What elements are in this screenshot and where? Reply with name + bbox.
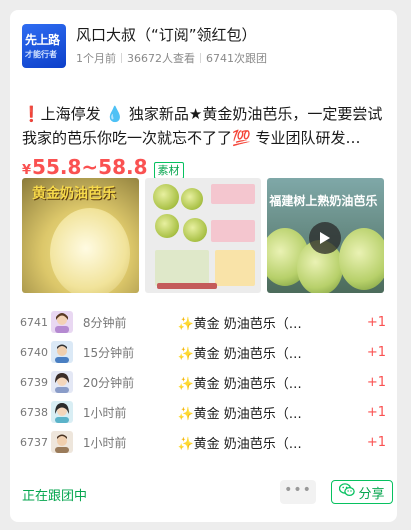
order-item: ✨黄金 奶油芭乐（… [177, 436, 302, 452]
order-number: 6741 [20, 315, 48, 329]
order-quantity: +1 [366, 404, 386, 420]
post-meta: 1个月前 36672人查看 6741次跟团 [76, 50, 267, 66]
group-buy-card[interactable]: 先上路 才能行者 风口大叔（“订阅”领红包） 1个月前 36672人查看 6741次… [10, 10, 397, 522]
order-time: 15分钟前 [82, 345, 135, 360]
material-tag[interactable]: 素材 [153, 162, 184, 179]
buyer-avatar [50, 341, 73, 363]
order-item: ✨黄金 奶油芭乐（… [177, 406, 302, 422]
avatar-subtext: 才能行者 [25, 50, 57, 59]
order-item: ✨黄金 奶油芭乐（… [177, 316, 302, 332]
order-list: 6741 8分钟前 ✨黄金 奶油芭乐（… +1 6740 15分钟前 ✨黄金 奶… [20, 307, 386, 457]
buyer-avatar [50, 431, 73, 453]
share-label: 分享 [358, 486, 385, 502]
buyer-avatar [50, 401, 73, 423]
order-quantity: +1 [366, 434, 386, 450]
view-count: 36672人查看 [127, 52, 195, 65]
image-gallery: 黄金奶油芭乐 福建树上熟奶油芭乐 [22, 178, 385, 293]
card-footer: 正在跟团中 ••• 分享 [22, 480, 393, 506]
order-number: 6738 [20, 405, 48, 419]
buyer-avatar [50, 371, 73, 393]
order-quantity: +1 [366, 314, 386, 330]
order-item: ✨黄金 奶油芭乐（… [177, 376, 302, 392]
more-button[interactable]: ••• [280, 480, 316, 504]
order-row[interactable]: 6737 1小时前 ✨黄金 奶油芭乐（… +1 [20, 427, 386, 457]
author-name[interactable]: 风口大叔（“订阅”领红包） [76, 25, 267, 45]
order-time: 8分钟前 [82, 315, 127, 330]
post-time: 1个月前 [76, 52, 116, 65]
buyer-avatar [50, 311, 73, 333]
order-time: 1小时前 [82, 435, 127, 450]
order-row[interactable]: 6738 1小时前 ✨黄金 奶油芭乐（… +1 [20, 397, 386, 427]
order-time: 1小时前 [82, 405, 127, 420]
order-row[interactable]: 6739 20分钟前 ✨黄金 奶油芭乐（… +1 [20, 367, 386, 397]
avatar-text: 先上路 [25, 33, 60, 47]
wechat-icon [339, 483, 356, 501]
post-header: 先上路 才能行者 风口大叔（“订阅”领红包） 1个月前 36672人查看 6741次… [22, 24, 267, 70]
gallery-image-1[interactable]: 黄金奶油芭乐 [22, 178, 139, 293]
join-count: 6741次跟团 [206, 52, 267, 65]
image-caption: 黄金奶油芭乐 [32, 186, 116, 202]
order-number: 6737 [20, 435, 48, 449]
follow-status: 正在跟团中 [22, 489, 88, 504]
order-quantity: +1 [366, 374, 386, 390]
order-row[interactable]: 6740 15分钟前 ✨黄金 奶油芭乐（… +1 [20, 337, 386, 367]
order-row[interactable]: 6741 8分钟前 ✨黄金 奶油芭乐（… +1 [20, 307, 386, 337]
price-row: ¥55.8~58.8 素材 [22, 155, 184, 179]
order-time: 20分钟前 [82, 375, 135, 390]
author-avatar[interactable]: 先上路 才能行者 [22, 24, 66, 68]
order-item: ✨黄金 奶油芭乐（… [177, 346, 302, 362]
post-description[interactable]: ❗上海停发 💧 独家新品★黄金奶油芭乐，一定要尝试 我家的芭乐你吃一次就忘不了了… [22, 102, 386, 150]
share-button[interactable]: 分享 [331, 480, 393, 504]
video-caption: 福建树上熟奶油芭乐 [269, 194, 378, 208]
order-number: 6739 [20, 375, 48, 389]
order-quantity: +1 [366, 344, 386, 360]
gallery-image-2[interactable] [144, 178, 262, 293]
price: ¥55.8~58.8 [22, 155, 148, 179]
order-number: 6740 [20, 345, 48, 359]
gallery-video[interactable]: 福建树上熟奶油芭乐 [267, 178, 385, 293]
